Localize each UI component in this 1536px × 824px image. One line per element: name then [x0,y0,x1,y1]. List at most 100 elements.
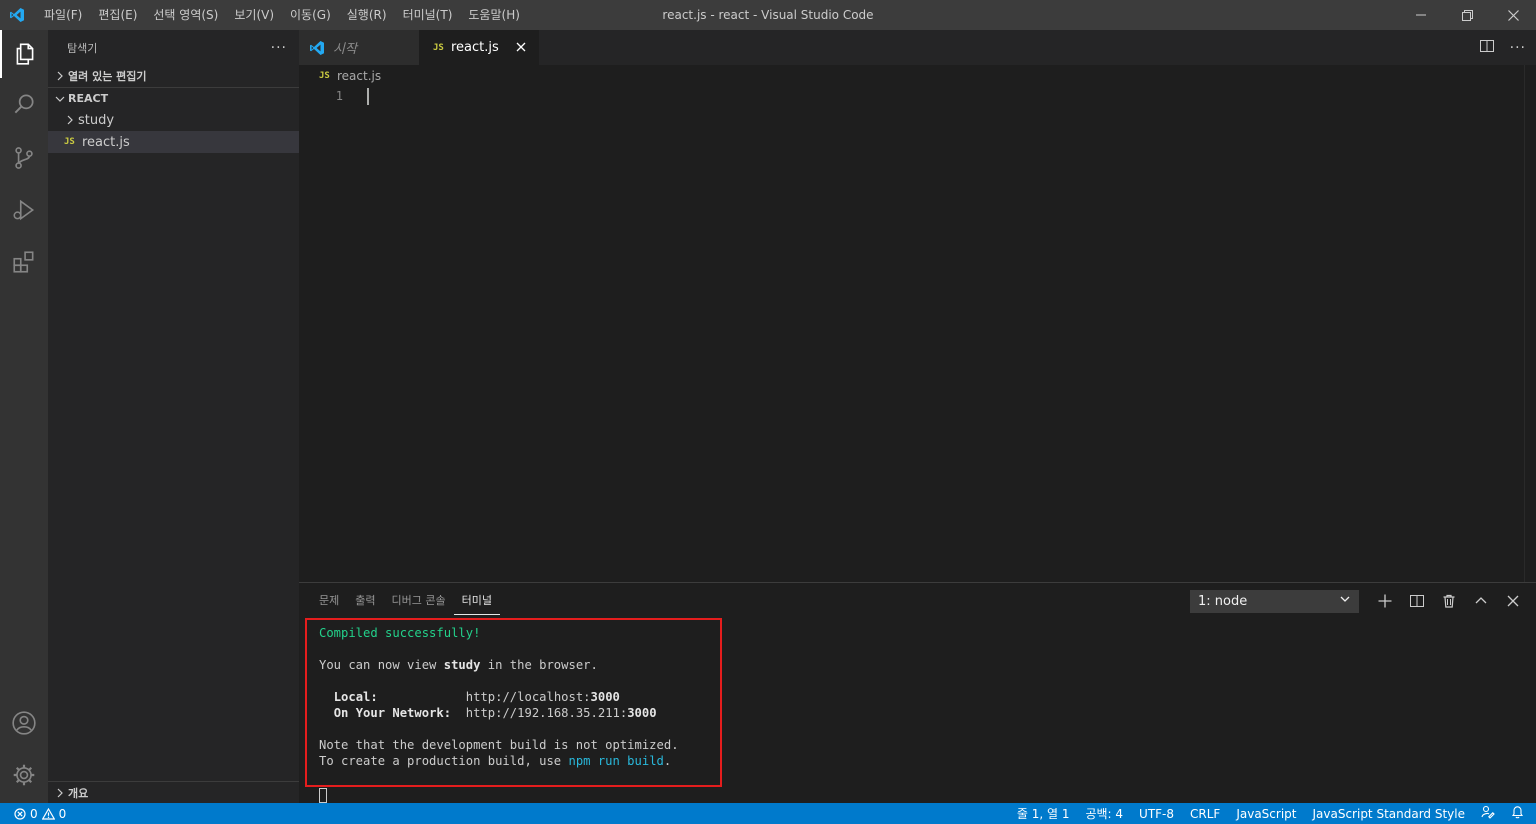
linter-status[interactable]: JavaScript Standard Style [1304,807,1473,821]
outline-section[interactable]: 개요 [48,781,299,803]
search-button[interactable] [0,80,48,128]
tree-item-study[interactable]: study [48,109,299,131]
editor-tabs: 시작 JS react.js ··· [299,30,1536,65]
close-icon [1507,595,1519,607]
breadcrumb: JS react.js [299,65,381,87]
js-file-icon: JS [433,42,444,53]
menu-file[interactable]: 파일(F) [36,0,90,30]
chevron-right-icon [62,115,78,125]
status-right: 줄 1, 열 1 공백: 4 UTF-8 CRLF JavaScript Jav… [1009,803,1536,824]
editor-scrollbar[interactable] [1524,65,1536,582]
bell-icon [1511,806,1524,819]
window-controls [1398,0,1536,30]
source-control-button[interactable] [0,134,48,182]
manage-button[interactable] [0,751,48,799]
terminal-output[interactable]: Compiled successfully!​You can now view … [319,625,679,769]
plus-icon [1378,594,1392,608]
minimize-icon [1416,14,1426,16]
split-editor-button[interactable] [1479,39,1494,56]
restore-button[interactable] [1444,0,1490,30]
feedback-button[interactable] [1473,805,1503,822]
status-bar: 0 0 줄 1, 열 1 공백: 4 UTF-8 CRLF JavaScript… [0,803,1536,824]
line-number: 1 [335,89,343,103]
kill-terminal-button[interactable] [1440,592,1458,610]
new-terminal-button[interactable] [1376,592,1394,610]
terminal-cursor [319,788,327,803]
search-icon [14,94,34,114]
menu-go[interactable]: 이동(G) [282,0,339,30]
terminal-blank-line: ​ [319,721,679,737]
cursor-position[interactable]: 줄 1, 열 1 [1009,805,1078,822]
tab-react-js[interactable]: JS react.js [419,30,539,65]
source-control-icon [15,147,33,169]
js-file-icon: JS [319,71,330,81]
local-port: 3000 [590,690,620,704]
network-port: 3000 [627,706,657,720]
close-tab-button[interactable] [513,39,529,55]
indentation[interactable]: 공백: 4 [1077,805,1131,822]
close-icon [516,42,526,52]
split-terminal-button[interactable] [1408,592,1426,610]
title-bar: 파일(F) 편집(E) 선택 영역(S) 보기(V) 이동(G) 실행(R) 터… [0,0,1536,30]
menu-terminal[interactable]: 터미널(T) [395,0,461,30]
close-window-button[interactable] [1490,0,1536,30]
terminal-select-value: 1: node [1198,594,1248,609]
network-url: http://192.168.35.211: [465,706,628,720]
code-editor[interactable]: 1 [299,87,1524,582]
view-suffix: in the browser. [480,658,598,672]
workspace-label: REACT [68,92,109,105]
explorer-title: 탐색기 [67,41,98,55]
outline-header: 개요 [48,782,299,803]
open-editors-label: 열려 있는 편집기 [68,70,147,83]
activity-bar [0,30,48,803]
open-editors-section[interactable]: 열려 있는 편집기 [48,65,299,87]
restore-icon [1461,9,1473,21]
more-actions-button[interactable]: ··· [1510,40,1526,56]
local-label: Local: [333,690,378,704]
bottom-panel: 문제 출력 디버그 콘솔 터미널 1: node Compiled succes… [299,582,1536,803]
js-file-icon: JS [64,137,75,147]
end-of-line[interactable]: CRLF [1182,807,1228,821]
trash-icon [1443,594,1455,608]
note-line-2: To create a production build, use npm ru… [319,753,679,769]
menu-view[interactable]: 보기(V) [226,0,282,30]
local-url: http://localhost: [465,690,591,704]
tab-welcome[interactable]: 시작 [299,30,419,65]
accounts-button[interactable] [0,699,48,747]
problems-status[interactable]: 0 0 [0,807,66,821]
chevron-right-icon [52,788,68,798]
chevron-down-icon [1339,593,1351,609]
warning-icon [41,807,55,820]
app-name: study [443,658,481,672]
workspace-section[interactable]: REACT [48,87,299,109]
run-debug-button[interactable] [0,186,48,234]
tab-problems[interactable]: 문제 [311,591,347,615]
breadcrumb-file[interactable]: react.js [337,69,381,83]
extensions-button[interactable] [0,238,48,286]
local-url-line: Local: http://localhost:3000 [319,689,679,705]
tab-terminal[interactable]: 터미널 [453,591,500,615]
maximize-panel-button[interactable] [1472,592,1490,610]
menu-help[interactable]: 도움말(H) [460,0,528,30]
feedback-icon [1481,805,1495,819]
text-cursor [367,88,369,105]
terminal-select[interactable]: 1: node [1190,590,1359,613]
extensions-icon [13,251,34,273]
menu-edit[interactable]: 편집(E) [90,0,145,30]
menu-selection[interactable]: 선택 영역(S) [145,0,226,30]
tab-debug-console[interactable]: 디버그 콘솔 [384,591,454,615]
encoding[interactable]: UTF-8 [1131,807,1182,821]
menu-run[interactable]: 실행(R) [339,0,395,30]
language-mode[interactable]: JavaScript [1228,807,1304,821]
vscode-logo-icon [310,40,324,55]
notifications-button[interactable] [1503,805,1536,822]
chevron-down-icon [52,94,68,104]
explorer-button[interactable] [0,30,48,78]
chevron-right-icon [52,71,68,81]
tree-item-label: study [78,112,115,128]
more-actions-icon[interactable]: ··· [271,40,287,56]
tab-output[interactable]: 출력 [347,591,383,615]
minimize-button[interactable] [1398,0,1444,30]
tree-item-react-js[interactable]: JS react.js [48,131,299,153]
close-panel-button[interactable] [1504,592,1522,610]
